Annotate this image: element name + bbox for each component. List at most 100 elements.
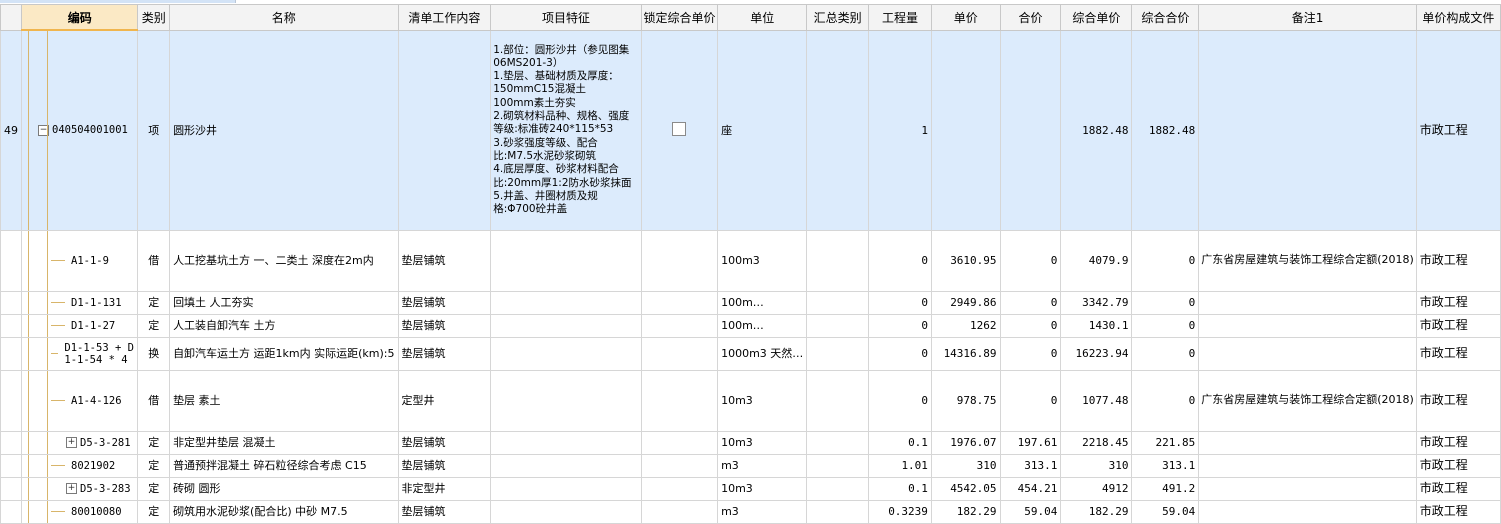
quota-feature[interactable] — [490, 453, 642, 478]
quota-code-cell[interactable]: D1-1-53 + D1-1-54 * 4 — [20, 336, 139, 371]
quota-unit[interactable]: 100m3 — [717, 229, 808, 292]
quota-name[interactable]: 非定型井垫层 混凝土 — [169, 430, 399, 455]
quota-name[interactable]: 人工挖基坑土方 一、二类土 深度在2m内 — [169, 229, 399, 292]
quota-note[interactable] — [1198, 453, 1417, 478]
header-code[interactable]: 编码 — [20, 4, 139, 31]
quota-quantity[interactable]: 0 — [868, 229, 932, 292]
quota-unit[interactable]: 1000m3 天然… — [717, 336, 808, 371]
item-summary-type[interactable] — [806, 29, 870, 231]
quota-summary-type[interactable] — [806, 313, 870, 338]
quota-work-content[interactable]: 垫层铺筑 — [397, 313, 492, 338]
quota-price-file[interactable]: 市政工程 — [1415, 430, 1501, 455]
header-quantity[interactable]: 工程量 — [868, 4, 932, 31]
quota-unit[interactable]: 100m… — [717, 313, 808, 338]
active-tab-indicator[interactable] — [0, 0, 236, 3]
quota-unit[interactable]: m3 — [717, 453, 808, 478]
quota-unit[interactable]: 100m… — [717, 290, 808, 315]
quota-summary-type[interactable] — [806, 369, 870, 432]
quota-note[interactable] — [1198, 313, 1417, 338]
header-comp-price[interactable]: 综合单价 — [1060, 4, 1133, 31]
quota-code-cell[interactable]: A1-4-126 — [20, 369, 139, 432]
code-cell[interactable]: − 040504001001 — [20, 29, 139, 231]
quota-lock-price[interactable] — [640, 369, 719, 432]
quota-code-cell[interactable]: + D5-3-283 — [20, 476, 139, 501]
header-comp-amount[interactable]: 综合合价 — [1131, 4, 1200, 31]
header-price-file[interactable]: 单价构成文件 — [1415, 4, 1501, 31]
quota-lock-price[interactable] — [640, 453, 719, 478]
quota-lock-price[interactable] — [640, 290, 719, 315]
quota-name[interactable]: 垫层 素土 — [169, 369, 399, 432]
quota-feature[interactable] — [490, 476, 642, 501]
header-unit[interactable]: 单位 — [717, 4, 808, 31]
quota-name[interactable]: 自卸汽车运土方 运距1km内 实际运距(km):5 — [169, 336, 399, 371]
quota-row[interactable]: D1-1-27 定人工装自卸汽车 土方 垫层铺筑 100m… 0 1262 0 1430.1 0… — [0, 313, 1501, 338]
quota-feature[interactable] — [490, 369, 642, 432]
quota-summary-type[interactable] — [806, 229, 870, 292]
quota-lock-price[interactable] — [640, 336, 719, 371]
lock-price-checkbox[interactable] — [672, 121, 687, 136]
quota-summary-type[interactable] — [806, 476, 870, 501]
quota-name[interactable]: 回填土 人工夯实 — [169, 290, 399, 315]
quota-note[interactable] — [1198, 290, 1417, 315]
quota-price-file[interactable]: 市政工程 — [1415, 336, 1501, 371]
lock-price-cell[interactable] — [640, 29, 719, 231]
quota-unit[interactable]: 10m3 — [717, 476, 808, 501]
quota-work-content[interactable]: 垫层铺筑 — [397, 229, 492, 292]
header-rownum[interactable] — [0, 4, 22, 31]
quota-code-cell[interactable]: D1-1-27 — [20, 313, 139, 338]
quota-code-cell[interactable]: 8021902 — [20, 453, 139, 478]
quota-row[interactable]: D1-1-53 + D1-1-54 * 4 换自卸汽车运土方 运距1km内 实际运… — [0, 336, 1501, 371]
header-work-content[interactable]: 清单工作内容 — [397, 4, 492, 31]
quota-summary-type[interactable] — [806, 430, 870, 455]
quota-feature[interactable] — [490, 290, 642, 315]
quota-feature[interactable] — [490, 430, 642, 455]
quota-unit[interactable]: 10m3 — [717, 369, 808, 432]
quota-note[interactable] — [1198, 476, 1417, 501]
header-note[interactable]: 备注1 — [1198, 4, 1417, 31]
quota-unit[interactable]: 10m3 — [717, 430, 808, 455]
quota-work-content[interactable]: 非定型井 — [397, 476, 492, 501]
quota-price-file[interactable]: 市政工程 — [1415, 476, 1501, 501]
item-unit[interactable]: 座 — [717, 29, 808, 231]
quota-name[interactable]: 人工装自卸汽车 土方 — [169, 313, 399, 338]
quota-feature[interactable] — [490, 313, 642, 338]
header-summary-type[interactable]: 汇总类别 — [806, 4, 870, 31]
quota-price-file[interactable]: 市政工程 — [1415, 290, 1501, 315]
item-quantity[interactable]: 1 — [868, 29, 932, 231]
quota-price-file[interactable]: 市政工程 — [1415, 313, 1501, 338]
quota-summary-type[interactable] — [806, 290, 870, 315]
quota-price-file[interactable]: 市政工程 — [1415, 369, 1501, 432]
quota-price-file[interactable]: 市政工程 — [1415, 453, 1501, 478]
quota-quantity[interactable]: 0 — [868, 290, 932, 315]
quota-note[interactable]: 广东省房屋建筑与装饰工程综合定额(2018) — [1198, 369, 1417, 432]
quota-lock-price[interactable] — [640, 476, 719, 501]
quota-work-content[interactable]: 垫层铺筑 — [397, 336, 492, 371]
quota-name[interactable]: 普通预拌混凝土 碎石粒径综合考虑 C15 — [169, 453, 399, 478]
quota-row[interactable]: + D5-3-281 定非定型井垫层 混凝土 垫层铺筑 10m3 0.1 1976.07 19… — [0, 430, 1501, 455]
quota-work-content[interactable]: 垫层铺筑 — [397, 453, 492, 478]
quota-quantity[interactable]: 0 — [868, 336, 932, 371]
quota-quantity[interactable]: 0 — [868, 369, 932, 432]
quota-work-content[interactable]: 垫层铺筑 — [397, 290, 492, 315]
item-feature[interactable]: 1.部位：圆形沙井（参见图集 06MS201-3） 1.垫层、基础材质及厚度： 150… — [490, 29, 642, 231]
quota-row[interactable]: A1-4-126 借垫层 素土 定型井 10m3 0 978.75 0 1077.48 0 广东省… — [0, 369, 1501, 432]
quota-work-content[interactable]: 垫层铺筑 — [397, 430, 492, 455]
quota-note[interactable] — [1198, 430, 1417, 455]
quota-quantity[interactable]: 0.1 — [868, 476, 932, 501]
quota-note[interactable]: 广东省房屋建筑与装饰工程综合定额(2018) — [1198, 229, 1417, 292]
quota-work-content[interactable]: 定型井 — [397, 369, 492, 432]
quota-lock-price[interactable] — [640, 430, 719, 455]
quota-quantity[interactable]: 1.01 — [868, 453, 932, 478]
quota-quantity[interactable]: 0 — [868, 313, 932, 338]
quota-feature[interactable] — [490, 229, 642, 292]
header-name[interactable]: 名称 — [169, 4, 399, 31]
quota-lock-price[interactable] — [640, 229, 719, 292]
quota-row[interactable]: + D5-3-283 定砖砌 圆形 非定型井 10m3 0.1 4542.05 454.21 4… — [0, 476, 1501, 501]
quota-row[interactable]: A1-1-9 借人工挖基坑土方 一、二类土 深度在2m内 垫层铺筑 100m3 0 361… — [0, 229, 1501, 292]
quota-row[interactable]: 8021902 定普通预拌混凝土 碎石粒径综合考虑 C15 垫层铺筑 m3 1.01 31… — [0, 453, 1501, 478]
item-price-file[interactable]: 市政工程 — [1415, 29, 1501, 231]
expand-toggle-icon[interactable]: + — [66, 437, 77, 448]
quota-code-cell[interactable]: + D5-3-281 — [20, 430, 139, 455]
expand-toggle-icon[interactable]: + — [66, 483, 77, 494]
quota-lock-price[interactable] — [640, 313, 719, 338]
